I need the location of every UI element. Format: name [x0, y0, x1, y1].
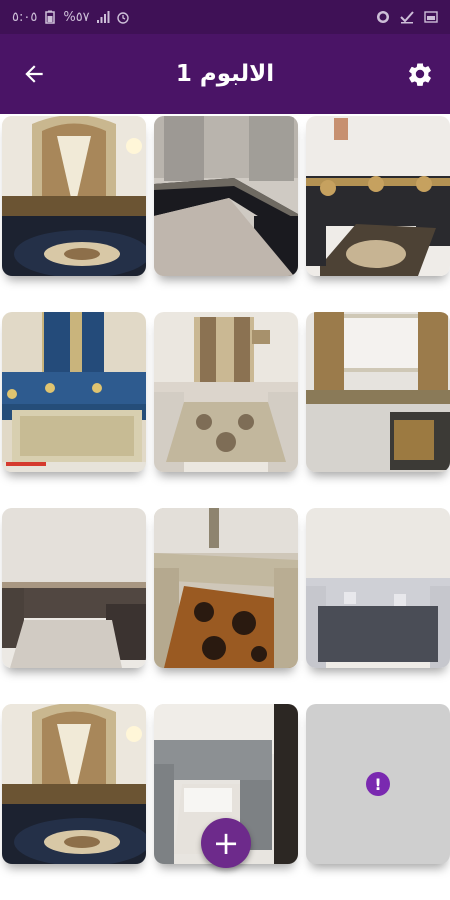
- whatsapp-icon: [377, 11, 389, 23]
- page-title: الالبوم 1: [175, 61, 275, 87]
- app-bar: الالبوم 1: [0, 34, 450, 114]
- signal-icon: [96, 11, 110, 23]
- photo-majlis-black-gold[interactable]: [306, 116, 450, 276]
- photo-majlis-blue[interactable]: [2, 312, 146, 472]
- status-right: [376, 10, 438, 24]
- photo-majlis-window[interactable]: [306, 312, 450, 472]
- gallery-icon: [424, 11, 438, 23]
- gear-icon: [409, 63, 431, 86]
- status-time: ٥:٠٥: [12, 9, 38, 25]
- photo-majlis-white[interactable]: [154, 312, 298, 472]
- photo-majlis-brown-rug[interactable]: [154, 508, 298, 668]
- battery-icon: [45, 10, 56, 24]
- photo-placeholder-error[interactable]: !: [306, 704, 450, 864]
- photo-majlis-grey-empty[interactable]: [306, 508, 450, 668]
- alert-icon: !: [366, 772, 390, 796]
- status-bar: ٥:٠٥ %٥٧: [0, 0, 450, 34]
- arrow-back-icon: [25, 65, 43, 83]
- status-left: ٥:٠٥ %٥٧: [12, 10, 130, 25]
- back-button[interactable]: [16, 58, 52, 90]
- alarm-icon: [116, 12, 129, 24]
- photo-majlis-grey-brown[interactable]: [2, 508, 146, 668]
- add-photo-button[interactable]: +: [201, 818, 251, 868]
- photo-majlis-curtain-arch[interactable]: [2, 116, 146, 276]
- battery-percent: %٥٧: [63, 9, 90, 25]
- add-icon: +: [212, 824, 240, 862]
- photo-majlis-curtain-arch-2[interactable]: [2, 704, 146, 864]
- photo-grid: !: [0, 114, 450, 900]
- check-icon: [400, 11, 414, 24]
- photo-majlis-black-floor[interactable]: [154, 116, 298, 276]
- settings-button[interactable]: [402, 56, 438, 92]
